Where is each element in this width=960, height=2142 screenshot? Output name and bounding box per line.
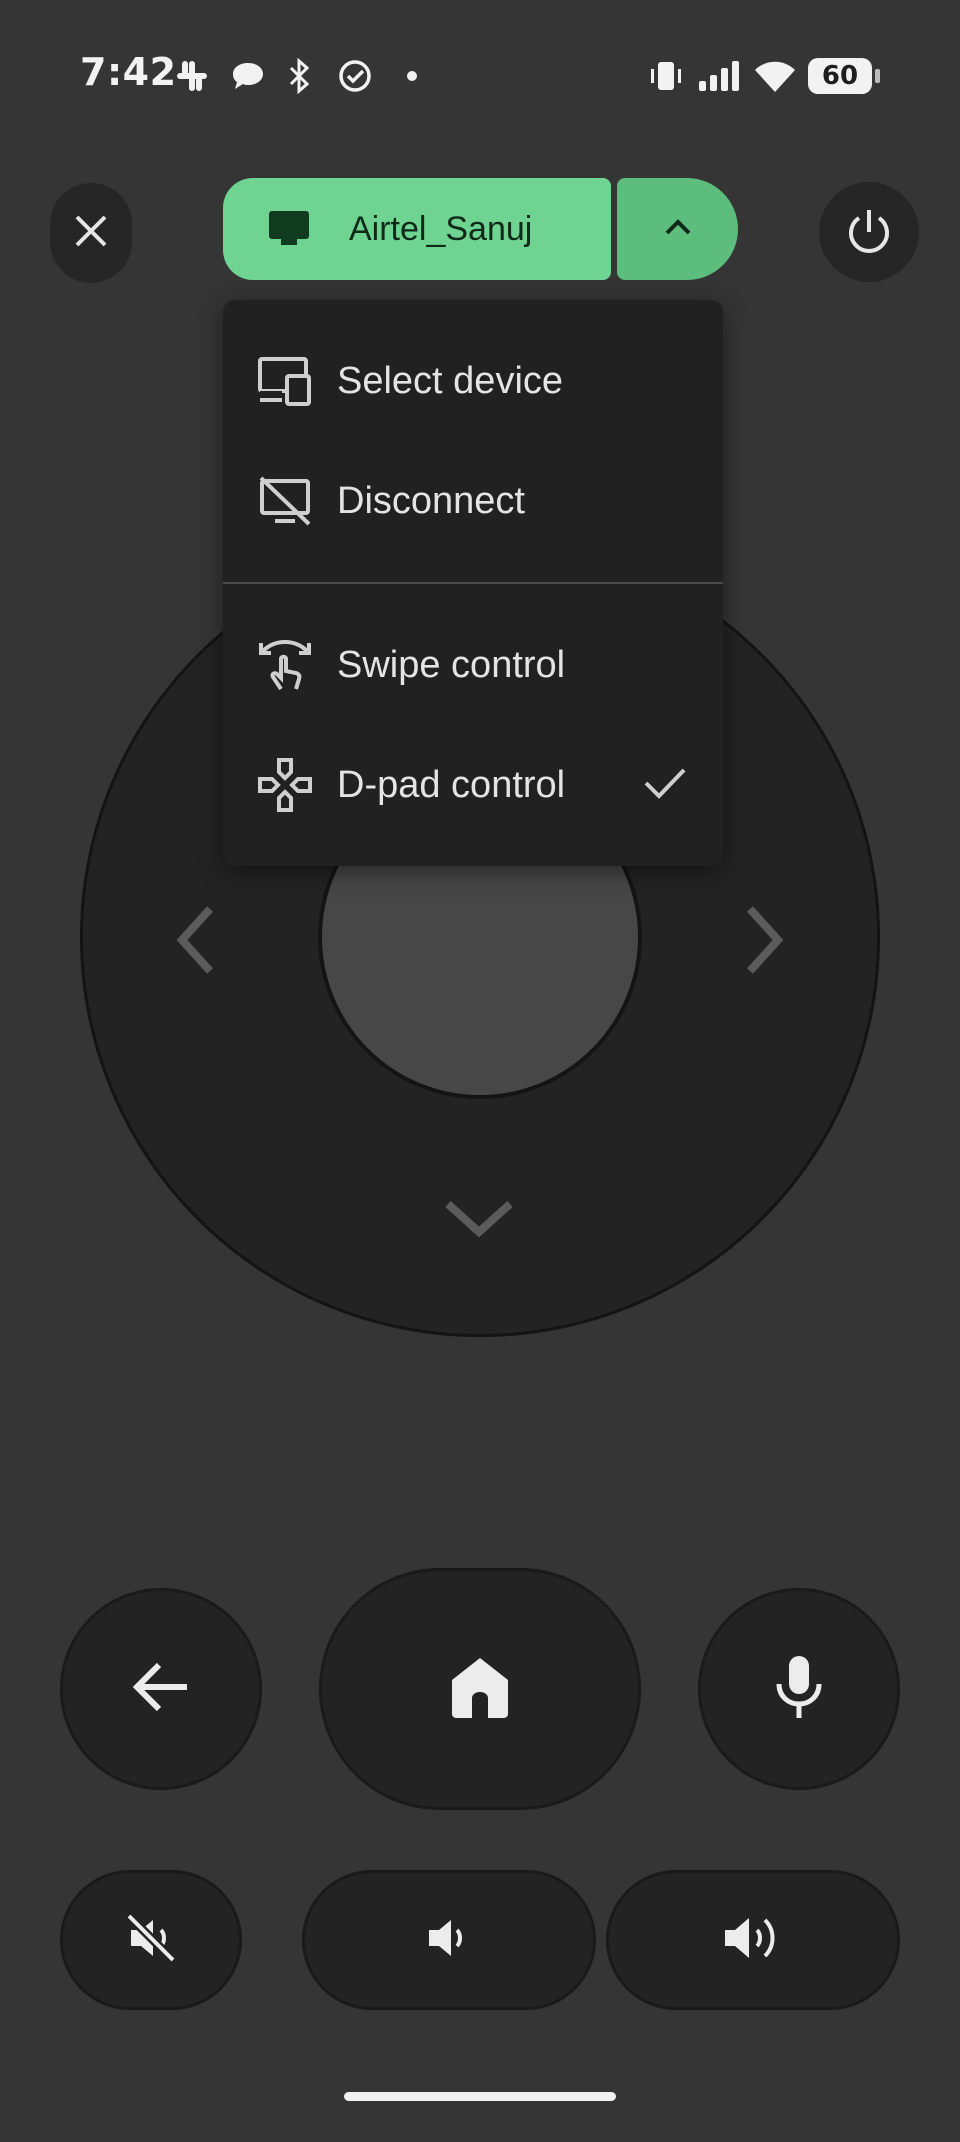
dot-icon <box>402 56 422 96</box>
menu-item-label: Disconnect <box>337 479 525 522</box>
chevron-left-icon <box>166 906 226 989</box>
volume-up-button[interactable] <box>606 1870 900 2010</box>
power-button[interactable] <box>819 182 919 282</box>
mic-button[interactable] <box>698 1588 900 1790</box>
home-icon <box>450 1656 510 1722</box>
chat-bubble-icon <box>228 56 268 96</box>
slack-icon <box>174 56 210 96</box>
close-button[interactable] <box>50 183 132 283</box>
volume-off-icon <box>125 1912 177 1968</box>
expand-menu-button[interactable] <box>617 178 738 280</box>
signal-icon <box>696 56 742 96</box>
battery-icon: 60 <box>808 58 880 94</box>
arrow-back-icon <box>131 1661 191 1717</box>
volume-up-icon <box>721 1910 785 1970</box>
check-circle-icon <box>336 56 374 96</box>
chevron-down-icon <box>434 1201 524 1254</box>
menu-item-dpad-control[interactable]: D-pad control <box>223 730 723 840</box>
dpad-right-button[interactable] <box>734 895 794 989</box>
cast-off-icon <box>253 469 317 533</box>
chevron-up-icon <box>661 216 695 242</box>
menu-item-label: D-pad control <box>337 763 566 806</box>
menu-item-swipe-control[interactable]: Swipe control <box>223 610 723 720</box>
device-menu: Select device Disconnect Swipe control D… <box>223 300 723 866</box>
tv-icon <box>267 209 311 249</box>
home-button[interactable] <box>319 1568 641 1810</box>
home-indicator[interactable] <box>344 2092 616 2101</box>
menu-item-select-device[interactable]: Select device <box>223 326 723 436</box>
menu-item-disconnect[interactable]: Disconnect <box>223 446 723 556</box>
battery-level: 60 <box>821 61 859 91</box>
wifi-icon <box>752 56 798 96</box>
bluetooth-icon <box>284 56 314 96</box>
close-icon <box>71 211 111 255</box>
mute-button[interactable] <box>60 1870 242 2010</box>
volume-down-button[interactable] <box>302 1870 596 2010</box>
checkmark-icon <box>643 765 687 805</box>
volume-down-icon <box>423 1912 475 1968</box>
back-button[interactable] <box>60 1588 262 1790</box>
status-time: 7:42 <box>80 50 177 94</box>
vibrate-icon <box>648 56 684 96</box>
menu-item-label: Swipe control <box>337 643 566 686</box>
devices-icon <box>253 349 317 413</box>
device-selector-button[interactable]: Airtel_Sanuj <box>223 178 611 280</box>
dpad-left-button[interactable] <box>166 895 226 989</box>
menu-divider <box>223 582 723 584</box>
swipe-icon <box>253 633 317 697</box>
power-icon <box>841 202 897 262</box>
dpad-down-button[interactable] <box>434 1190 524 1254</box>
menu-item-label: Select device <box>337 359 564 402</box>
mic-icon <box>773 1654 825 1724</box>
chevron-right-icon <box>734 906 794 989</box>
device-name: Airtel_Sanuj <box>349 209 533 248</box>
gamepad-icon <box>253 753 317 817</box>
